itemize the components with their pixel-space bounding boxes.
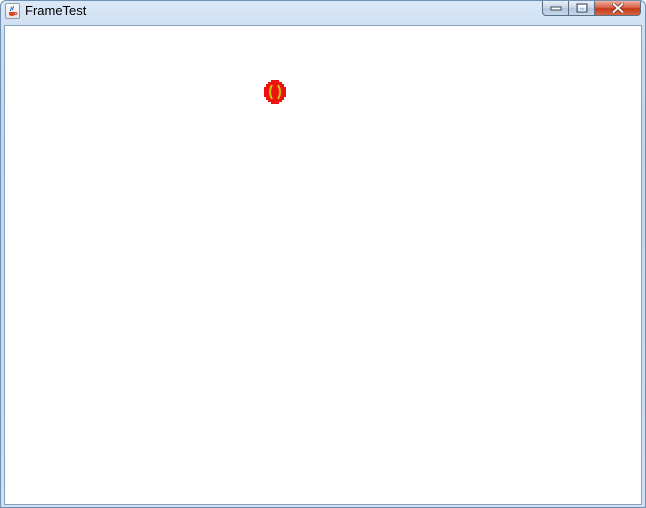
app-window: FrameTest xyxy=(0,0,646,508)
canvas-area[interactable] xyxy=(4,25,642,505)
window-title: FrameTest xyxy=(25,3,87,18)
ball-icon xyxy=(264,80,286,104)
maximize-icon xyxy=(576,3,587,13)
title-bar[interactable]: FrameTest xyxy=(1,1,645,23)
caption-buttons xyxy=(542,1,641,16)
minimize-button[interactable] xyxy=(542,1,569,16)
close-button[interactable] xyxy=(595,1,641,16)
java-cup-icon[interactable] xyxy=(5,3,20,19)
maximize-button[interactable] xyxy=(569,1,595,16)
close-icon xyxy=(611,3,624,13)
minimize-icon xyxy=(550,6,561,11)
